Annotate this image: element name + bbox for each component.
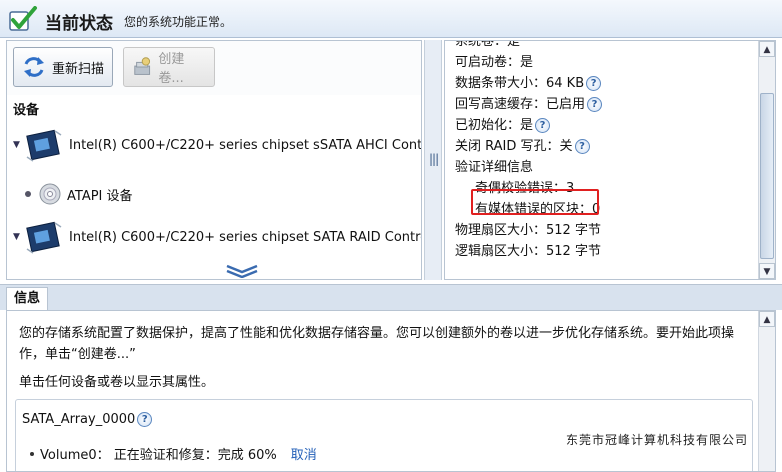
list-bullet — [30, 451, 34, 456]
help-icon[interactable]: ? — [574, 139, 590, 154]
volume-status-row: Volume0： 正在验证和修复：完成 60% 取消 — [30, 444, 317, 463]
properties-scrollbar[interactable]: ▲ ▼ — [758, 41, 775, 279]
status-header: 当前状态 您的系统功能正常。 — [0, 0, 782, 38]
prop-bootable: 可启动卷：是 — [455, 52, 602, 73]
device-item-raid[interactable]: ▼ Intel(R) C600+/C220+ series chipset SA… — [7, 219, 421, 255]
prop-verify-details: 验证详细信息 — [455, 157, 602, 178]
prop-label: 已初始化：是 — [455, 118, 534, 133]
status-message: 您的系统功能正常。 — [124, 15, 233, 29]
create-volume-icon — [134, 57, 151, 75]
devices-pane: 重新扫描 创建卷... 设备 ▼ Intel(R) C600+/C220+ se… — [6, 40, 422, 280]
devices-title: 设备 — [13, 103, 40, 118]
toolbar: 重新扫描 创建卷... — [7, 41, 421, 95]
scroll-up-icon[interactable]: ▲ — [759, 311, 775, 327]
array-name-row: SATA_Array_0000 ? — [22, 412, 153, 427]
parity-error-highlight — [471, 189, 599, 215]
expand-icon[interactable]: ▼ — [13, 140, 25, 150]
checkmark-icon — [9, 6, 37, 31]
disc-icon — [39, 183, 61, 205]
prop-raid-write-hole: 关闭 RAID 写孔：关? — [455, 136, 602, 157]
property-list: 系统卷：是 可启动卷：是 数据条带大小：64 KB? 回写高速缓存：已启用? 已… — [455, 40, 603, 262]
tab-info[interactable]: 信息 — [6, 287, 48, 311]
status-title: 当前状态 — [45, 14, 113, 34]
info-tabstrip: 信息 — [0, 284, 782, 311]
prop-system-volume: 系统卷：是 — [455, 40, 602, 52]
prop-label: 数据条带大小：64 KB — [455, 76, 585, 91]
properties-pane: 系统卷：是 可启动卷：是 数据条带大小：64 KB? 回写高速缓存：已启用? 已… — [444, 40, 776, 280]
chevron-down-icon[interactable] — [225, 264, 259, 278]
rescan-button[interactable]: 重新扫描 — [13, 47, 113, 87]
info-hint: 单击任何设备或卷以显示其属性。 — [19, 375, 215, 390]
device-item-ahci[interactable]: ▼ Intel(R) C600+/C220+ series chipset sS… — [7, 127, 421, 163]
help-icon[interactable]: ? — [586, 76, 602, 91]
pane-splitter[interactable]: ||| — [424, 40, 442, 280]
device-label: ATAPI 设备 — [67, 188, 133, 204]
prop-logical-sector: 逻辑扇区大小：512 字节 — [455, 241, 602, 262]
raid-controller-icon — [26, 221, 62, 254]
expand-icon[interactable]: ▼ — [13, 232, 25, 242]
prop-label: 逻辑扇区大小：512 字节 — [455, 244, 601, 259]
scroll-down-icon[interactable]: ▼ — [759, 263, 775, 279]
scroll-thumb[interactable] — [760, 93, 774, 259]
info-scrollbar[interactable]: ▲ — [758, 311, 775, 471]
rescan-label: 重新扫描 — [52, 61, 105, 77]
prop-label: 物理扇区大小：512 字节 — [455, 223, 601, 238]
help-icon[interactable]: ? — [535, 118, 551, 133]
help-icon[interactable]: ? — [137, 412, 153, 427]
raid-controller-icon — [26, 129, 62, 162]
prop-strip-size: 数据条带大小：64 KB? — [455, 73, 602, 94]
splitter-grip: ||| — [429, 152, 439, 166]
prop-label: 关闭 RAID 写孔：关 — [455, 139, 573, 154]
device-label: Intel(R) C600+/C220+ series chipset sSAT… — [69, 137, 421, 153]
prop-label: 可启动卷：是 — [455, 55, 534, 70]
prop-initialized: 已初始化：是? — [455, 115, 602, 136]
tree-bullet — [25, 191, 31, 197]
prop-write-cache: 回写高速缓存：已启用? — [455, 94, 603, 115]
device-tree: ▼ Intel(R) C600+/C220+ series chipset sS… — [7, 127, 421, 277]
prop-physical-sector: 物理扇区大小：512 字节 — [455, 220, 602, 241]
prop-label: 回写高速缓存：已启用 — [455, 97, 586, 112]
create-volume-label: 创建卷... — [158, 52, 185, 86]
prop-label: 验证详细信息 — [455, 160, 534, 175]
scroll-up-icon[interactable]: ▲ — [759, 41, 775, 57]
device-item-atapi[interactable]: ATAPI 设备 — [7, 183, 133, 205]
cancel-link[interactable]: 取消 — [291, 444, 317, 463]
prop-label: 系统卷：是 — [455, 40, 521, 49]
array-name: SATA_Array_0000 — [22, 412, 136, 427]
volume-status: Volume0： 正在验证和修复：完成 60% — [40, 448, 277, 463]
help-icon[interactable]: ? — [587, 97, 603, 112]
rescan-icon — [24, 57, 44, 77]
device-label: Intel(R) C600+/C220+ series chipset SATA… — [69, 229, 421, 245]
watermark-text: 东莞市冠峰计算机科技有限公司 — [566, 433, 749, 447]
info-paragraph: 您的存储系统配置了数据保护，提高了性能和优化数据存储容量。您可以创建额外的卷以进… — [19, 326, 735, 362]
create-volume-button[interactable]: 创建卷... — [123, 47, 215, 87]
